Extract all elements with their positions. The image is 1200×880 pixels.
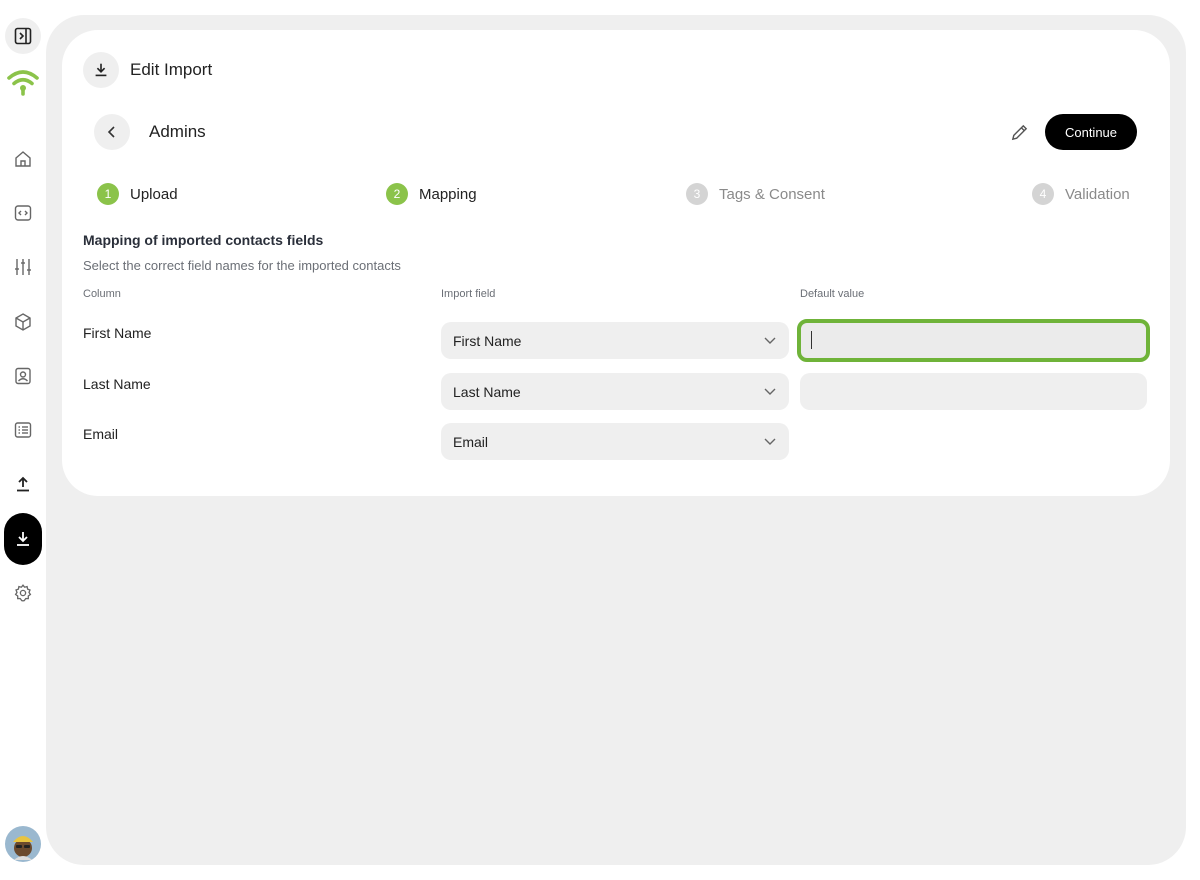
step-number: 1 <box>97 183 119 205</box>
step-label: Tags & Consent <box>719 185 825 203</box>
section-title: Mapping of imported contacts fields <box>83 232 324 248</box>
default-value-input-last-name[interactable] <box>800 373 1147 410</box>
import-name: Admins <box>149 122 206 141</box>
box-icon[interactable] <box>5 304 41 340</box>
sidebar <box>0 0 46 880</box>
select-value: First Name <box>453 332 522 349</box>
chevron-down-icon <box>764 438 776 445</box>
continue-button[interactable]: Continue <box>1045 114 1137 150</box>
step-number: 4 <box>1032 183 1054 205</box>
column-header-import-field: Import field <box>441 288 496 300</box>
step-label: Mapping <box>419 185 477 203</box>
column-header-column: Column <box>83 288 121 300</box>
step-tags-consent[interactable]: 3 Tags & Consent <box>686 183 825 205</box>
import-field-select-last-name[interactable]: Last Name <box>441 373 789 410</box>
toggle-sidebar-icon[interactable] <box>5 18 41 54</box>
sliders-icon[interactable] <box>5 249 41 285</box>
logo-icon <box>5 64 41 100</box>
import-field-select-email[interactable]: Email <box>441 423 789 460</box>
upload-icon[interactable] <box>5 466 41 502</box>
chevron-down-icon <box>764 337 776 344</box>
download-icon <box>83 52 119 88</box>
import-field-select-first-name[interactable]: First Name <box>441 322 789 359</box>
step-label: Validation <box>1065 185 1130 203</box>
select-value: Last Name <box>453 383 521 400</box>
step-label: Upload <box>130 185 178 203</box>
code-icon[interactable] <box>5 195 41 231</box>
contacts-icon[interactable] <box>5 358 41 394</box>
step-mapping[interactable]: 2 Mapping <box>386 183 477 205</box>
list-icon[interactable] <box>5 412 41 448</box>
step-validation[interactable]: 4 Validation <box>1032 183 1130 205</box>
page-title: Edit Import <box>130 60 213 79</box>
select-value: Email <box>453 433 489 450</box>
home-icon[interactable] <box>5 141 41 177</box>
download-icon[interactable] <box>4 513 42 565</box>
default-value-input-first-name[interactable] <box>797 319 1150 362</box>
column-header-default-value: Default value <box>800 288 865 300</box>
chevron-down-icon <box>764 388 776 395</box>
row-label-last-name: Last Name <box>83 376 151 392</box>
text-cursor <box>811 331 812 349</box>
step-upload[interactable]: 1 Upload <box>97 183 178 205</box>
avatar[interactable] <box>5 826 41 862</box>
row-label-first-name: First Name <box>83 325 152 341</box>
section-subtitle: Select the correct field names for the i… <box>83 258 401 273</box>
step-number: 2 <box>386 183 408 205</box>
back-button[interactable] <box>94 114 130 150</box>
gear-icon[interactable] <box>5 575 41 611</box>
row-label-email: Email <box>83 426 119 442</box>
step-number: 3 <box>686 183 708 205</box>
pencil-icon[interactable] <box>1006 119 1032 145</box>
